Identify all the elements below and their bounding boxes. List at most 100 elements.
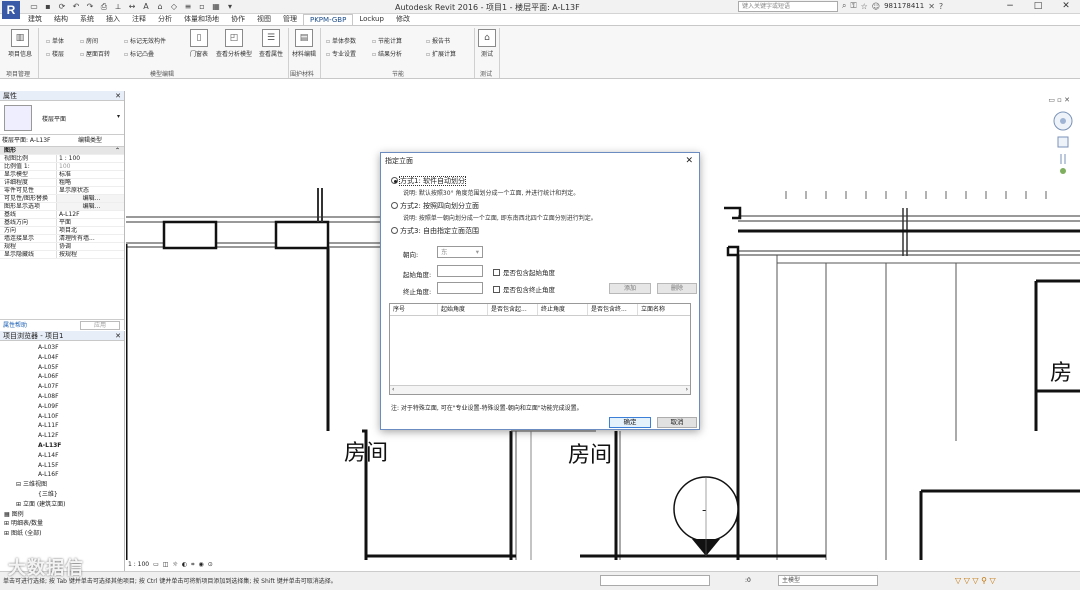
thin-lines-icon[interactable]: ≡ <box>182 1 194 12</box>
switch-windows-icon[interactable]: ▦ <box>210 1 222 12</box>
column-header[interactable]: 起始角度 <box>438 304 488 315</box>
tab-collaborate[interactable]: 协作 <box>225 14 251 25</box>
elevation-table[interactable]: 序号 起始角度 是否包含起... 终止角度 是否包含终... 立面名称 ‹ › <box>389 303 691 395</box>
roof-window-button[interactable]: 屋面百转 <box>80 49 110 58</box>
mark-overlap-button[interactable]: 标记凸叠 <box>124 49 154 58</box>
tab-massing[interactable]: 体量和场地 <box>178 14 225 25</box>
column-header[interactable]: 立面名称 <box>638 304 690 315</box>
open-icon[interactable]: ▭ <box>28 1 40 12</box>
category-row[interactable]: 图形 ⌃ <box>0 147 124 155</box>
revit-logo[interactable]: R <box>2 1 20 19</box>
tree-item[interactable]: A-L16F <box>0 470 124 480</box>
tree-item[interactable]: A-L08F <box>0 392 124 402</box>
include-end-checkbox[interactable]: 是否包含终止角度 <box>493 284 555 294</box>
undo-icon[interactable]: ↶ <box>70 1 82 12</box>
start-angle-input[interactable] <box>437 265 483 277</box>
close-icon[interactable]: ✕ <box>685 153 693 169</box>
unit-params-button[interactable]: 单体参数 <box>326 36 356 45</box>
ok-button[interactable]: 确定 <box>609 417 651 428</box>
include-start-checkbox[interactable]: 是否包含起始角度 <box>493 267 555 277</box>
tab-view[interactable]: 视图 <box>251 14 277 25</box>
tree-item[interactable]: A-L15F <box>0 461 124 471</box>
tree-item-active[interactable]: A-L13F <box>0 441 124 451</box>
room-label[interactable]: 房间 <box>568 437 612 469</box>
add-button[interactable]: 添加 <box>609 283 651 294</box>
tree-item[interactable]: ▦ 图例 <box>0 510 124 520</box>
column-header[interactable]: 终止角度 <box>538 304 588 315</box>
navigation-wheel-icon[interactable] <box>1052 109 1074 179</box>
section-icon[interactable]: ◇ <box>168 1 180 12</box>
checkbox-icon[interactable] <box>493 269 500 276</box>
unit-button[interactable]: 单体 <box>46 36 64 45</box>
scale-value[interactable]: 1 : 100 <box>128 560 149 570</box>
subscription-icon[interactable]: ⚿ <box>850 1 856 11</box>
project-info-button[interactable]: ▥ 项目信息 <box>6 29 34 58</box>
hide-icon[interactable]: ◉ <box>198 560 203 570</box>
tree-item[interactable]: A-L10F <box>0 412 124 422</box>
ext-calc-button[interactable]: 扩展计算 <box>426 49 456 58</box>
design-option-combo[interactable]: 主模型 <box>778 575 878 586</box>
tree-item[interactable]: A-L12F <box>0 431 124 441</box>
tree-item[interactable]: A-L14F <box>0 451 124 461</box>
property-value[interactable]: A-L12F <box>56 211 124 218</box>
property-value[interactable]: 按规程 <box>56 251 124 258</box>
property-value[interactable]: 标准 <box>56 171 124 178</box>
checkbox-icon[interactable] <box>493 286 500 293</box>
view-window-controls[interactable]: ▭ ▫ ✕ <box>1048 96 1070 104</box>
close-icon[interactable]: ✕ <box>115 331 121 341</box>
option-auto[interactable]: 方式1: 软件自动划分 <box>391 175 689 187</box>
mark-invalid-button[interactable]: 标记无效构件 <box>124 36 166 45</box>
tab-insert[interactable]: 插入 <box>100 14 126 25</box>
energy-calc-button[interactable]: 节能计算 <box>372 36 402 45</box>
property-value[interactable]: 粗略 <box>56 179 124 186</box>
user-icon[interactable]: ☺ <box>872 2 880 11</box>
property-row[interactable]: 基线 A-L12F <box>0 211 124 219</box>
sun-path-icon[interactable]: ☼ <box>172 560 177 570</box>
option-four-directions[interactable]: 方式2: 按照四向划分立面 <box>391 200 689 212</box>
3d-view-icon[interactable]: ⌂ <box>154 1 166 12</box>
end-angle-input[interactable] <box>437 282 483 294</box>
exchange-apps-icon[interactable]: ✕ <box>928 2 935 11</box>
property-row[interactable]: 方向 项目北 <box>0 227 124 235</box>
door-window-button[interactable]: ▯ 门窗表 <box>188 29 210 58</box>
redo-icon[interactable]: ↷ <box>84 1 96 12</box>
room-button[interactable]: 房间 <box>80 36 98 45</box>
filter-icons[interactable]: ▽ ▽ ▽ ⚲ ▽ <box>955 576 996 585</box>
pro-settings-button[interactable]: 专业设置 <box>326 49 356 58</box>
property-value[interactable]: 1 : 100 <box>56 155 124 162</box>
navigation-bar[interactable] <box>1052 109 1074 179</box>
sync-icon[interactable]: ⟳ <box>56 1 68 12</box>
property-row[interactable]: 可见性/图形替换 编辑... <box>0 195 124 203</box>
tab-lockup[interactable]: Lockup <box>353 14 390 25</box>
scroll-left-icon[interactable]: ‹ <box>392 386 394 394</box>
scroll-right-icon[interactable]: › <box>686 386 688 394</box>
column-header[interactable]: 是否包含起... <box>488 304 538 315</box>
delete-button[interactable]: 删除 <box>657 283 697 294</box>
column-header[interactable]: 是否包含终... <box>588 304 638 315</box>
tree-item[interactable]: ⊞ 立面 (建筑立面) <box>0 500 124 510</box>
property-row[interactable]: 比例值 1: 100 <box>0 163 124 171</box>
edit-type-button[interactable]: 编辑类型 <box>78 135 102 147</box>
tree-item[interactable]: A-L06F <box>0 372 124 382</box>
apply-button[interactable]: 应用 <box>80 321 120 330</box>
radio-icon[interactable] <box>391 227 398 234</box>
option-custom[interactable]: 方式3: 自由指定立面范围 <box>391 225 689 237</box>
tab-manage[interactable]: 管理 <box>277 14 303 25</box>
horizontal-scrollbar[interactable]: ‹ › <box>390 385 690 394</box>
property-row[interactable]: 墙连接显示 清理所有墙... <box>0 235 124 243</box>
text-icon[interactable]: A <box>140 1 152 12</box>
chevron-down-icon[interactable]: ▾ <box>117 113 120 120</box>
tree-item[interactable]: A-L09F <box>0 402 124 412</box>
view-props-button[interactable]: ☰ 查看属性 <box>256 29 286 58</box>
binoculars-icon[interactable]: ⌕ <box>842 1 846 11</box>
edit-button[interactable]: 编辑... <box>56 203 124 210</box>
property-value[interactable]: 协调 <box>56 243 124 250</box>
orientation-select[interactable]: 东 ▾ <box>437 246 483 258</box>
tab-annotate[interactable]: 注释 <box>126 14 152 25</box>
tree-item[interactable]: A-L03F <box>0 343 124 353</box>
property-row[interactable]: 零件可见性 显示原状态 <box>0 187 124 195</box>
shadows-icon[interactable]: ◐ <box>182 560 187 570</box>
type-selector[interactable]: 楼层平面 ▾ <box>0 101 124 135</box>
property-row[interactable]: 规程 协调 <box>0 243 124 251</box>
instance-selector[interactable]: 楼层平面: A-L13F 编辑类型 <box>0 135 124 147</box>
